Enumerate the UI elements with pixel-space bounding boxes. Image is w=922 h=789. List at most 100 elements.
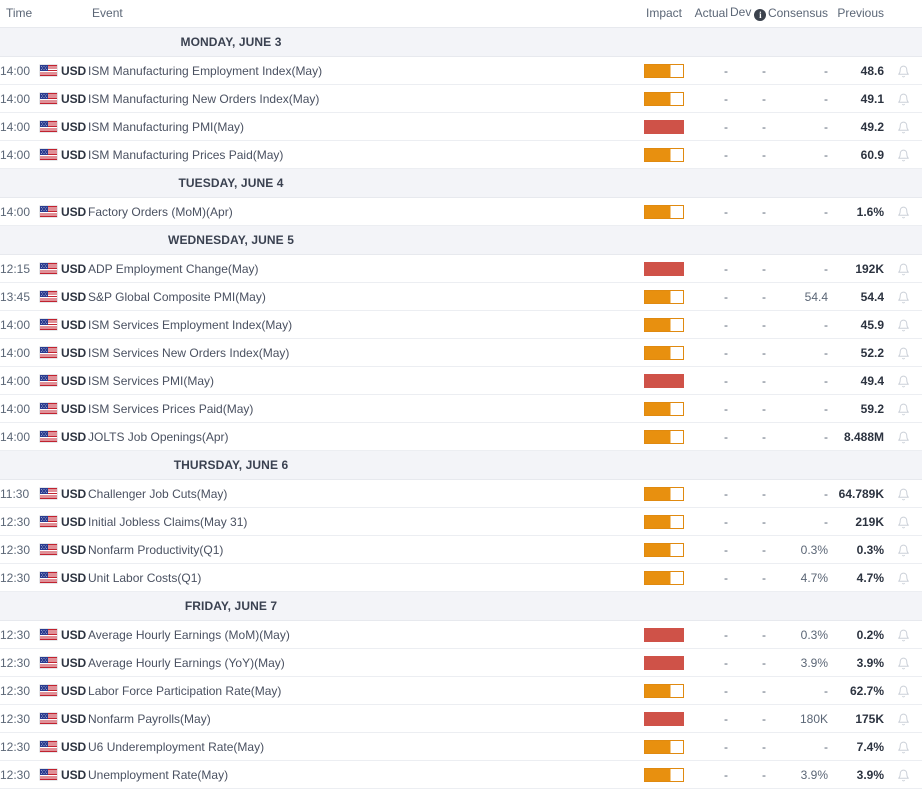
event-name[interactable]: ISM Services Prices Paid(May)	[88, 395, 634, 423]
event-name[interactable]: Nonfarm Payrolls(May)	[88, 705, 634, 733]
table-row[interactable]: 14:00USDISM Manufacturing New Orders Ind…	[0, 85, 922, 113]
event-alert-cell[interactable]	[884, 536, 922, 564]
event-alert-cell[interactable]	[884, 761, 922, 789]
event-alert-cell[interactable]	[884, 367, 922, 395]
bell-icon[interactable]	[897, 741, 910, 754]
column-header-dev[interactable]: Devi	[728, 0, 766, 28]
event-name[interactable]: ISM Manufacturing Employment Index(May)	[88, 57, 634, 85]
info-icon[interactable]: i	[754, 9, 766, 21]
column-header-time[interactable]: Time	[0, 0, 88, 28]
table-row[interactable]: 14:00USDISM Manufacturing Prices Paid(Ma…	[0, 141, 922, 169]
event-alert-cell[interactable]	[884, 705, 922, 733]
event-alert-cell[interactable]	[884, 311, 922, 339]
table-row[interactable]: 14:00USDFactory Orders (MoM)(Apr)---1.6%	[0, 198, 922, 226]
event-previous: 4.7%	[828, 564, 884, 592]
event-alert-cell[interactable]	[884, 198, 922, 226]
table-row[interactable]: 12:30USDNonfarm Productivity(Q1)--0.3%0.…	[0, 536, 922, 564]
table-row[interactable]: 11:30USDChallenger Job Cuts(May)---64.78…	[0, 480, 922, 508]
bell-icon[interactable]	[897, 657, 910, 670]
table-row[interactable]: 12:30USDAverage Hourly Earnings (MoM)(Ma…	[0, 621, 922, 649]
bell-icon[interactable]	[897, 488, 910, 501]
event-alert-cell[interactable]	[884, 649, 922, 677]
bell-icon[interactable]	[897, 629, 910, 642]
event-actual: -	[694, 621, 728, 649]
table-row[interactable]: 12:30USDInitial Jobless Claims(May 31)--…	[0, 508, 922, 536]
event-alert-cell[interactable]	[884, 423, 922, 451]
event-alert-cell[interactable]	[884, 283, 922, 311]
event-name[interactable]: ISM Manufacturing Prices Paid(May)	[88, 141, 634, 169]
event-name[interactable]: ISM Services PMI(May)	[88, 367, 634, 395]
event-name[interactable]: Factory Orders (MoM)(Apr)	[88, 198, 634, 226]
column-header-previous[interactable]: Previous	[828, 0, 884, 28]
event-name[interactable]: U6 Underemployment Rate(May)	[88, 733, 634, 761]
event-alert-cell[interactable]	[884, 395, 922, 423]
event-name[interactable]: Unit Labor Costs(Q1)	[88, 564, 634, 592]
bell-icon[interactable]	[897, 544, 910, 557]
bell-icon[interactable]	[897, 403, 910, 416]
table-row[interactable]: 13:45USDS&P Global Composite PMI(May)--5…	[0, 283, 922, 311]
table-row[interactable]: 14:00USDISM Services PMI(May)---49.4	[0, 367, 922, 395]
event-alert-cell[interactable]	[884, 113, 922, 141]
bell-icon[interactable]	[897, 769, 910, 782]
table-row[interactable]: 14:00USDISM Services Prices Paid(May)---…	[0, 395, 922, 423]
column-header-impact[interactable]: Impact	[634, 0, 694, 28]
event-alert-cell[interactable]	[884, 255, 922, 283]
event-name[interactable]: Average Hourly Earnings (MoM)(May)	[88, 621, 634, 649]
bell-icon[interactable]	[897, 263, 910, 276]
bell-icon[interactable]	[897, 713, 910, 726]
event-name[interactable]: Unemployment Rate(May)	[88, 761, 634, 789]
bell-icon[interactable]	[897, 347, 910, 360]
bell-icon[interactable]	[897, 65, 910, 78]
table-row[interactable]: 12:30USDUnit Labor Costs(Q1)--4.7%4.7%	[0, 564, 922, 592]
bell-icon[interactable]	[897, 319, 910, 332]
column-header-event[interactable]: Event	[88, 0, 634, 28]
bell-icon[interactable]	[897, 685, 910, 698]
table-row[interactable]: 12:30USDAverage Hourly Earnings (YoY)(Ma…	[0, 649, 922, 677]
event-name[interactable]: Initial Jobless Claims(May 31)	[88, 508, 634, 536]
table-row[interactable]: 12:30USDNonfarm Payrolls(May)--180K175K	[0, 705, 922, 733]
bell-icon[interactable]	[897, 375, 910, 388]
event-alert-cell[interactable]	[884, 564, 922, 592]
event-alert-cell[interactable]	[884, 85, 922, 113]
event-name[interactable]: Labor Force Participation Rate(May)	[88, 677, 634, 705]
bell-icon[interactable]	[897, 149, 910, 162]
bell-icon[interactable]	[897, 291, 910, 304]
event-name[interactable]: ISM Services Employment Index(May)	[88, 311, 634, 339]
bell-icon[interactable]	[897, 93, 910, 106]
table-row[interactable]: 12:15USDADP Employment Change(May)---192…	[0, 255, 922, 283]
bell-icon[interactable]	[897, 431, 910, 444]
bell-icon[interactable]	[897, 121, 910, 134]
event-previous: 219K	[828, 508, 884, 536]
event-name[interactable]: Challenger Job Cuts(May)	[88, 480, 634, 508]
bell-icon[interactable]	[897, 206, 910, 219]
event-alert-cell[interactable]	[884, 480, 922, 508]
event-alert-cell[interactable]	[884, 621, 922, 649]
bell-icon[interactable]	[897, 516, 910, 529]
event-name[interactable]: ADP Employment Change(May)	[88, 255, 634, 283]
event-name[interactable]: S&P Global Composite PMI(May)	[88, 283, 634, 311]
event-alert-cell[interactable]	[884, 508, 922, 536]
event-alert-cell[interactable]	[884, 339, 922, 367]
event-name[interactable]: JOLTS Job Openings(Apr)	[88, 423, 634, 451]
table-row[interactable]: 12:30USDU6 Underemployment Rate(May)---7…	[0, 733, 922, 761]
table-row[interactable]: 12:30USDUnemployment Rate(May)--3.9%3.9%	[0, 761, 922, 789]
column-header-consensus[interactable]: Consensus	[766, 0, 828, 28]
table-row[interactable]: 14:00USDISM Services Employment Index(Ma…	[0, 311, 922, 339]
event-name[interactable]: ISM Services New Orders Index(May)	[88, 339, 634, 367]
table-row[interactable]: 14:00USDISM Manufacturing Employment Ind…	[0, 57, 922, 85]
event-alert-cell[interactable]	[884, 57, 922, 85]
event-name[interactable]: ISM Manufacturing PMI(May)	[88, 113, 634, 141]
event-alert-cell[interactable]	[884, 733, 922, 761]
table-row[interactable]: 12:30USDLabor Force Participation Rate(M…	[0, 677, 922, 705]
event-alert-cell[interactable]	[884, 677, 922, 705]
column-header-actual[interactable]: Actual	[694, 0, 728, 28]
table-row[interactable]: 14:00USDISM Services New Orders Index(Ma…	[0, 339, 922, 367]
bell-icon[interactable]	[897, 572, 910, 585]
event-name[interactable]: Nonfarm Productivity(Q1)	[88, 536, 634, 564]
event-alert-cell[interactable]	[884, 141, 922, 169]
event-name[interactable]: Average Hourly Earnings (YoY)(May)	[88, 649, 634, 677]
event-name[interactable]: ISM Manufacturing New Orders Index(May)	[88, 85, 634, 113]
event-previous: 64.789K	[828, 480, 884, 508]
table-row[interactable]: 14:00USDJOLTS Job Openings(Apr)---8.488M	[0, 423, 922, 451]
table-row[interactable]: 14:00USDISM Manufacturing PMI(May)---49.…	[0, 113, 922, 141]
